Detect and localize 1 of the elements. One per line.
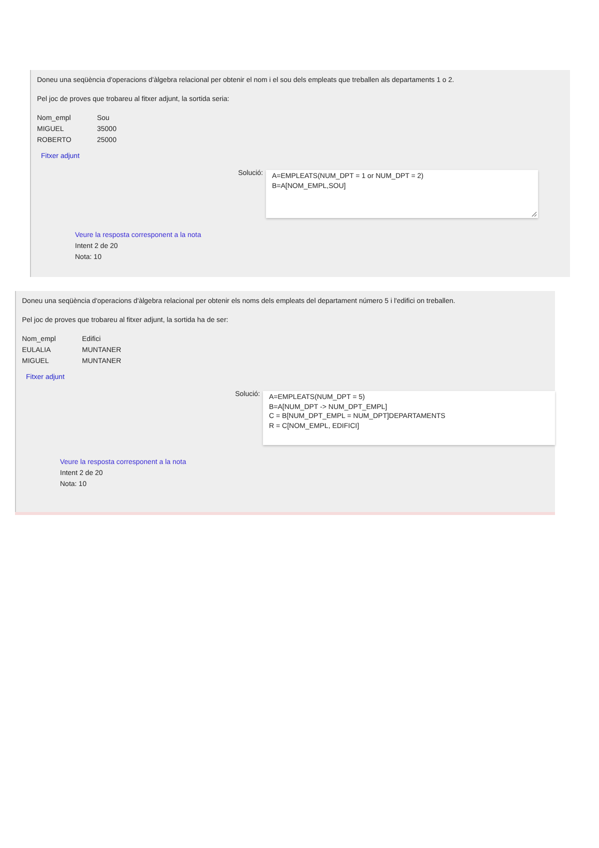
resize-handle-icon[interactable] — [531, 211, 537, 217]
